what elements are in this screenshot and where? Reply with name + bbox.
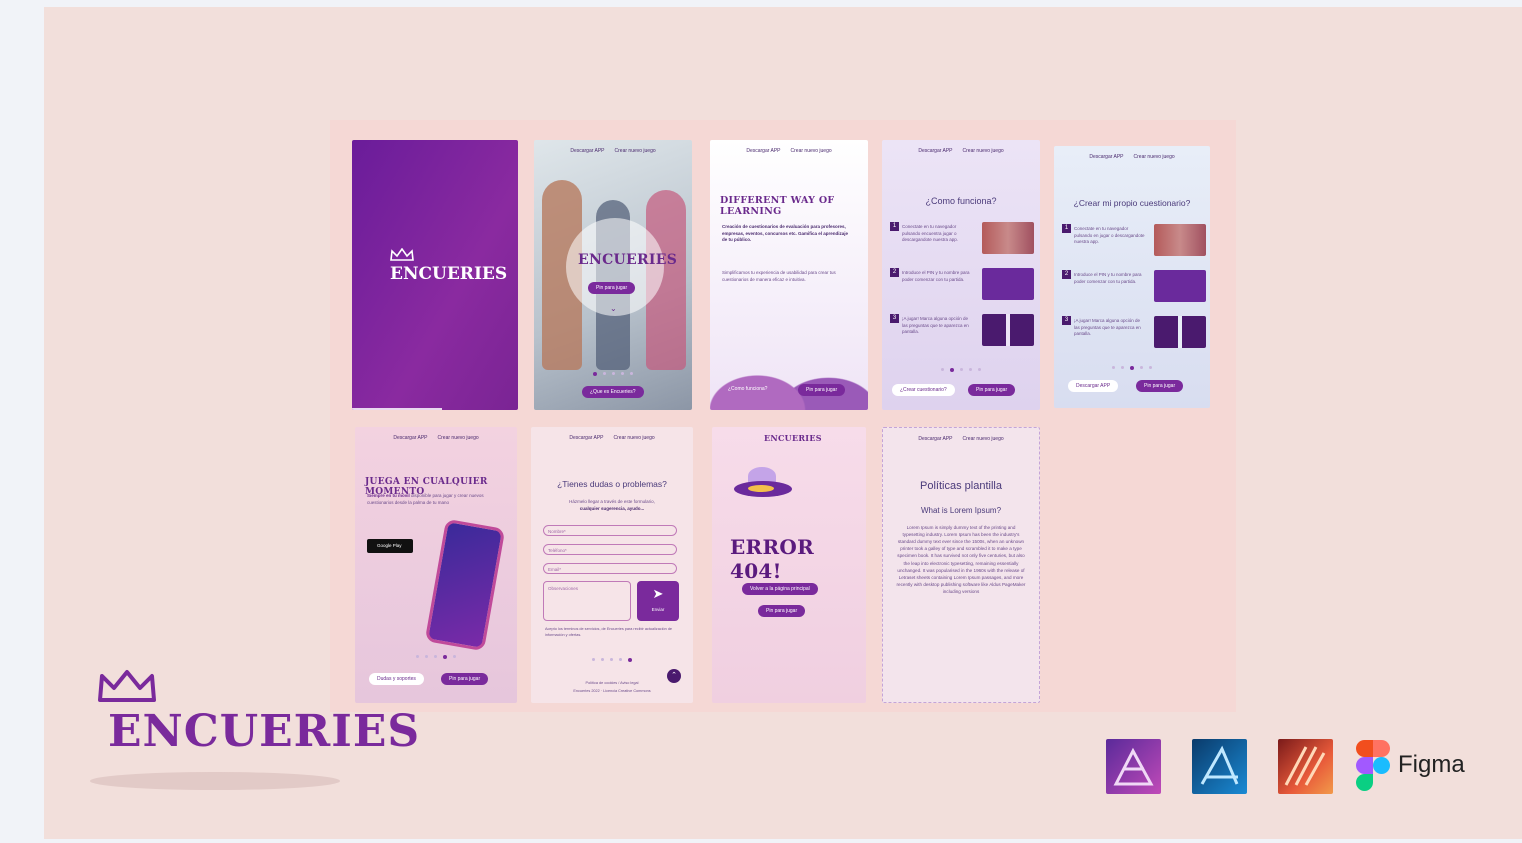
learning-paragraph-2: Simplificamos tu experiencia de usabilid… (722, 270, 836, 282)
screens-board: ENCUERIES Descargar APP Crear nuevo jueg… (330, 120, 1236, 712)
top-nav: Descargar APP Crear nuevo juego (883, 436, 1039, 442)
nav-download-link[interactable]: Descargar APP (746, 148, 780, 154)
create-step-2: 2 Introduce el PIN y tu nombre para poder… (1062, 270, 1206, 304)
affinity-photo-icon (1106, 739, 1161, 794)
create-step-3: 3 ¡A jugar! Marca alguna opción de las pr… (1062, 316, 1206, 350)
carousel-dots (531, 658, 693, 662)
nav-download-link[interactable]: Descargar APP (393, 435, 427, 441)
nav-create-link[interactable]: Crear nuevo juego (791, 148, 832, 154)
phone-mockup (424, 518, 506, 652)
error-logo: ENCUERIES (764, 433, 822, 443)
screen-splash: ENCUERIES (352, 140, 518, 410)
affinity-publisher-icon (1278, 739, 1333, 794)
email-field[interactable]: Email* (543, 563, 677, 574)
nav-create-link[interactable]: Crear nuevo juego (1134, 154, 1175, 160)
brand-logo: ENCUERIES (90, 668, 419, 798)
policy-body: Lorem Ipsum is simply dummy text of the … (896, 525, 1026, 594)
how-step-3: 3 ¡A jugar! Marca alguna opción de las pr… (890, 314, 1034, 348)
progress-bar (352, 408, 442, 410)
create-quiz-button[interactable]: ¿Crear cuestionario? (892, 384, 955, 396)
what-is-button[interactable]: ¿Que es Encueries? (582, 386, 644, 398)
play-button[interactable]: Pin para jugar (798, 384, 846, 396)
message-field[interactable]: Observaciones (543, 581, 631, 621)
top-nav: Descargar APP Crear nuevo juego (355, 435, 517, 441)
how-step-1: 1 Conectate en tu navegador pulsando encu… (890, 222, 1034, 256)
screen-contact: Descargar APP Crear nuevo juego ¿Tienes … (531, 427, 693, 703)
carousel-dots (882, 368, 1040, 372)
affinity-designer-icon (1192, 739, 1247, 794)
home-button[interactable]: Volver a la página principal (742, 583, 818, 595)
carousel-dots (534, 372, 692, 376)
top-nav: Descargar APP Crear nuevo juego (882, 148, 1040, 154)
nav-download-link[interactable]: Descargar APP (570, 148, 604, 154)
figma-label: Figma (1398, 751, 1465, 778)
screen-learning: Descargar APP Crear nuevo juego DIFFEREN… (710, 140, 868, 410)
learning-paragraph-1: Creación de cuestionarios de evaluación … (722, 224, 849, 243)
figma-icon (1356, 740, 1390, 792)
nav-create-link[interactable]: Crear nuevo juego (615, 148, 656, 154)
policy-subtitle: What is Lorem Ipsum? (920, 506, 1002, 515)
brand-logo-text: ENCUERIES (108, 706, 421, 757)
footer-copy: Encueries 2022 · Licencia Creative Commo… (573, 689, 651, 693)
nav-create-link[interactable]: Crear nuevo juego (963, 436, 1004, 442)
terms-text[interactable]: Acepto los terminos de servicios, de Enc… (545, 627, 679, 638)
chevron-down-icon[interactable]: ⌄ (610, 304, 617, 313)
carousel-dots (355, 655, 517, 659)
crown-icon (390, 248, 414, 261)
screen-error: ENCUERIES ERROR 404! Volver a la página … (712, 427, 866, 703)
top-nav: Descargar APP Crear nuevo juego (1054, 154, 1210, 160)
screen-policy: Descargar APP Crear nuevo juego Política… (882, 427, 1040, 703)
carousel-dots (1054, 366, 1210, 370)
screen-create: Descargar APP Crear nuevo juego ¿Crear m… (1054, 146, 1210, 408)
phone-field[interactable]: Teléfono* (543, 544, 677, 555)
screen-how: Descargar APP Crear nuevo juego ¿Como fu… (882, 140, 1040, 410)
learning-illustration (710, 330, 868, 410)
learning-title: DIFFERENT WAY OF LEARNING (720, 195, 835, 217)
play-button[interactable]: Pin para jugar (968, 384, 1016, 396)
how-link[interactable]: ¿Como funciona? (728, 386, 767, 392)
nav-download-link[interactable]: Descargar APP (569, 435, 603, 441)
error-text: ERROR 404! (730, 535, 815, 583)
nav-download-link[interactable]: Descargar APP (918, 436, 952, 442)
send-button[interactable]: ➤ Enviar (637, 581, 679, 621)
nav-download-link[interactable]: Descargar APP (918, 148, 952, 154)
play-button[interactable]: Pin para jugar (758, 605, 806, 617)
contact-title: ¿Tienes dudas o problemas? (557, 479, 667, 489)
splash-logo: ENCUERIES (390, 264, 508, 284)
footer-links[interactable]: Política de cookies / Aviso legal (531, 681, 693, 687)
nav-create-link[interactable]: Crear nuevo juego (963, 148, 1004, 154)
paper-plane-icon: ➤ (652, 586, 664, 601)
crown-icon (98, 670, 156, 702)
mobile-body: Siempre en tu movil disponible para juga… (367, 493, 484, 505)
top-nav: Descargar APP Crear nuevo juego (534, 148, 692, 154)
download-app-button[interactable]: Descargar APP (1068, 380, 1119, 392)
how-step-2: 2 Introduce el PIN y tu nombre para poder… (890, 268, 1034, 302)
top-nav: Descargar APP Crear nuevo juego (531, 435, 693, 441)
play-button[interactable]: Pin para jugar (1136, 380, 1184, 392)
nav-create-link[interactable]: Crear nuevo juego (438, 435, 479, 441)
nav-download-link[interactable]: Descargar APP (1089, 154, 1123, 160)
nav-create-link[interactable]: Crear nuevo juego (614, 435, 655, 441)
ufo-illustration (734, 467, 792, 501)
screen-hero: Descargar APP Crear nuevo juego ENCUERIE… (534, 140, 692, 410)
create-title: ¿Crear mi propio cuestionario? (1073, 198, 1191, 208)
top-nav: Descargar APP Crear nuevo juego (710, 148, 868, 154)
create-step-1: 1 Conectate en tu navegador pulsando en j… (1062, 224, 1206, 258)
contact-intro: Házmelo llegar a través de este formular… (569, 499, 655, 511)
google-play-badge[interactable]: Google Play (367, 539, 413, 553)
hero-logo: ENCUERIES (578, 252, 678, 268)
logo-shadow (90, 772, 340, 790)
screen-mobile: Descargar APP Crear nuevo juego JUEGA EN… (355, 427, 517, 703)
name-field[interactable]: Nombre* (543, 525, 677, 536)
play-button[interactable]: Pin para jugar (588, 282, 636, 294)
policy-title: Políticas plantilla (920, 480, 1002, 492)
play-button[interactable]: Pin para jugar (441, 673, 489, 685)
how-title: ¿Como funciona? (925, 196, 997, 206)
help-button[interactable]: Dudas y soportes (369, 673, 424, 685)
